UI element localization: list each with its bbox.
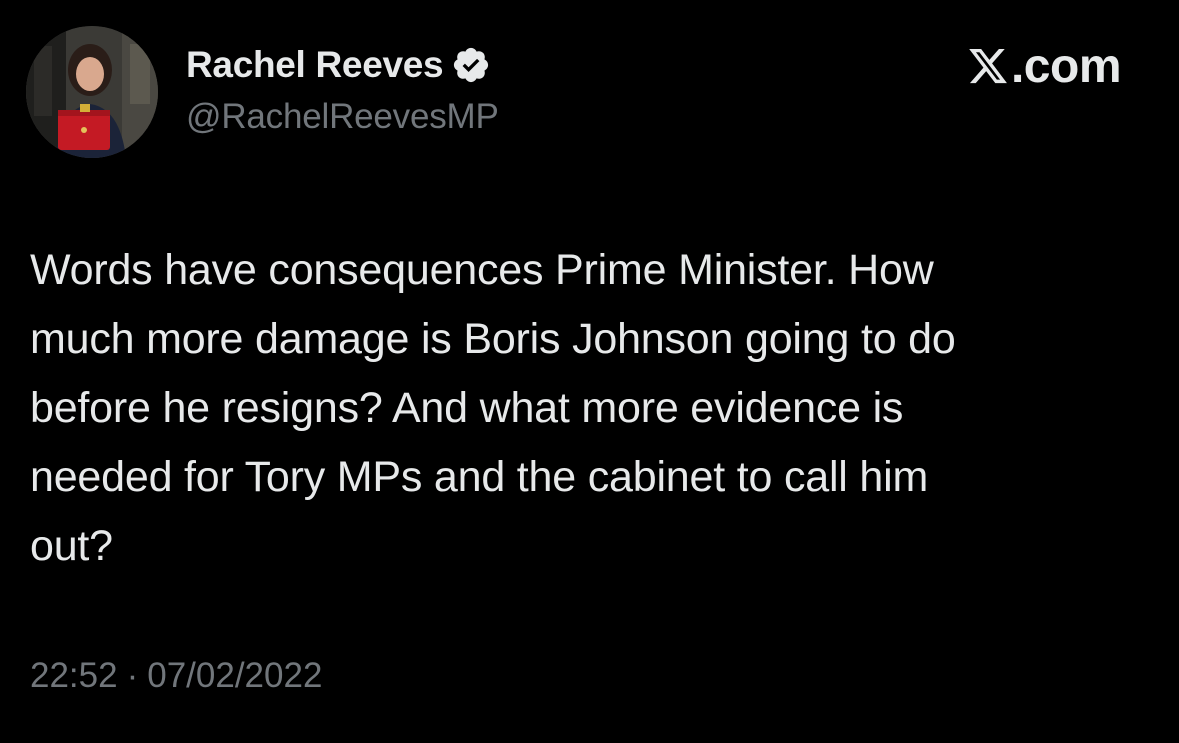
author-name-row[interactable]: Rachel Reeves xyxy=(186,40,491,90)
display-name[interactable]: Rachel Reeves xyxy=(186,44,444,86)
tweet-time[interactable]: 22:52 xyxy=(30,656,118,696)
profile-photo-icon xyxy=(26,26,158,158)
verified-badge-icon xyxy=(451,45,491,85)
tweet-card: Rachel Reeves @RachelReevesMP .com Words… xyxy=(0,0,1179,743)
tweet-timestamp[interactable]: 22:52 · 07/02/2022 xyxy=(30,656,322,696)
avatar[interactable] xyxy=(26,26,158,158)
author-handle[interactable]: @RachelReevesMP xyxy=(186,97,499,137)
brand-domain-text: .com xyxy=(1010,39,1122,93)
tweet-text: Words have consequences Prime Minister. … xyxy=(30,246,956,570)
tweet-date[interactable]: 07/02/2022 xyxy=(147,656,322,696)
meta-separator: · xyxy=(126,656,139,695)
x-logo-icon xyxy=(967,45,1009,87)
brand-watermark: .com xyxy=(967,38,1122,94)
